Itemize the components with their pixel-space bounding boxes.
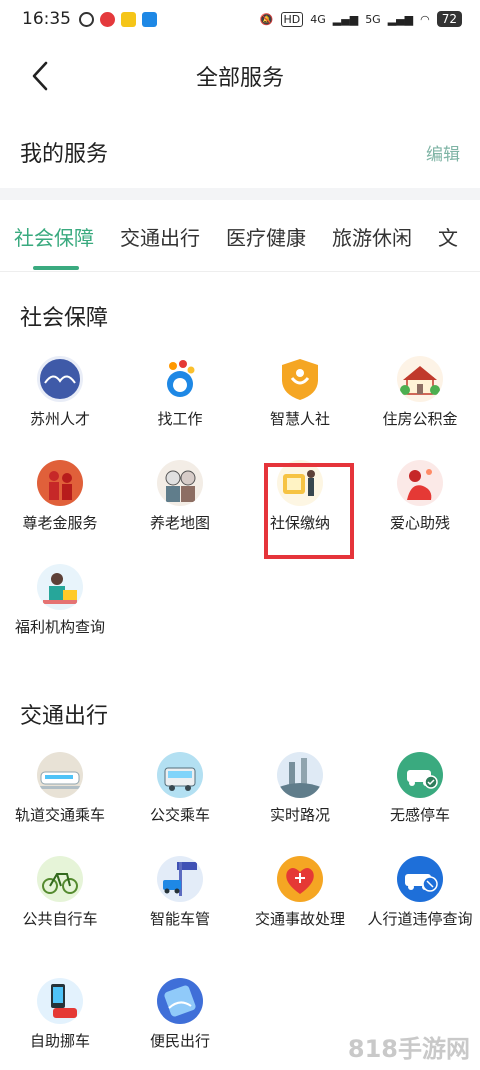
service-label: 实时路况 [269,806,330,824]
status-bar: 16:35 🔕 HD 4G ▂▄▆ 5G ▂▄▆ ◠ 72 [0,0,480,38]
mute-icon: 🔕 [259,12,274,26]
service-disability-help[interactable]: 爱心助残 [360,460,480,533]
service-label: 找工作 [157,410,203,428]
smart-hr-icon [277,356,323,402]
suzhou-talent-icon [37,356,83,402]
service-metro[interactable]: 轨道交通乘车 [0,752,120,825]
my-services-title: 我的服务 [20,142,109,167]
vehicle-admin-icon [157,856,203,902]
service-convenient-travel[interactable]: 便民出行 [120,978,240,1051]
service-label: 尊老金服务 [22,514,98,532]
welfare-institution-icon [37,564,83,610]
service-label: 住房公积金 [382,410,458,428]
tab-culture[interactable]: 文 [424,216,458,264]
service-label: 爱心助残 [389,514,450,532]
service-label: 公交乘车 [149,806,210,824]
service-parking[interactable]: 无感停车 [360,752,480,825]
service-smart-hr[interactable]: 智慧人社 [240,356,360,429]
elderly-allowance-icon [37,460,83,506]
service-label: 苏州人才 [29,410,90,428]
header: 全部服务 [0,48,480,104]
service-accident[interactable]: 交通事故处理 [240,856,360,929]
accident-icon [277,856,323,902]
metro-icon [37,752,83,798]
elderly-map-icon [157,460,203,506]
service-welfare-institution[interactable]: 福利机构查询 [0,564,120,637]
network-5g: 5G [365,12,381,26]
section-divider [0,188,480,200]
service-label: 养老地图 [149,514,210,532]
service-vehicle-admin[interactable]: 智能车管 [120,856,240,929]
service-sidewalk-parking[interactable]: 人行道违停查询 [360,856,480,929]
service-bus[interactable]: 公交乘车 [120,752,240,825]
my-services-bar: 我的服务 编辑 [0,128,480,176]
tab-health[interactable]: 医疗健康 [212,216,306,264]
service-label: 智慧人社 [269,410,330,428]
app-blue-icon [142,11,157,27]
network-hd: HD [280,11,304,27]
wifi-icon: ◠ [420,12,430,26]
chevron-left-icon [32,61,48,91]
watermark: 818手游网 [347,1035,470,1063]
signal-icon: ▂▄▆ [332,12,359,26]
sidewalk-parking-icon [397,856,443,902]
section-title-social-security: 社会保障 [20,306,109,331]
move-car-icon [37,978,83,1024]
service-find-job[interactable]: 找工作 [120,356,240,429]
traffic-icon [277,752,323,798]
service-label: 交通事故处理 [254,910,345,928]
service-label: 智能车管 [149,910,210,928]
highlight-box [264,463,354,559]
service-label: 公共自行车 [22,910,98,928]
tab-social-security[interactable]: 社会保障 [0,216,94,264]
disability-help-icon [397,460,443,506]
category-tabs: 社会保障 交通出行 医疗健康 旅游休闲 文 [0,216,480,272]
service-label: 便民出行 [149,1032,210,1050]
find-job-icon [157,356,203,402]
weibo-icon [100,11,115,27]
section-title-transport: 交通出行 [20,704,109,729]
service-label: 自助挪车 [29,1032,90,1050]
service-label: 人行道违停查询 [367,910,473,928]
parking-icon [397,752,443,798]
service-label: 无感停车 [389,806,450,824]
service-move-car[interactable]: 自助挪车 [0,978,120,1051]
meituan-icon [121,11,136,27]
battery-indicator: 72 [436,11,462,27]
service-label: 轨道交通乘车 [14,806,105,824]
service-bike[interactable]: 公共自行车 [0,856,120,929]
tab-transport[interactable]: 交通出行 [106,216,200,264]
bus-icon [157,752,203,798]
service-traffic[interactable]: 实时路况 [240,752,360,825]
service-elderly-map[interactable]: 养老地图 [120,460,240,533]
back-button[interactable] [24,60,56,92]
housing-fund-icon [397,356,443,402]
network-4g: 4G [310,12,326,26]
service-housing-fund[interactable]: 住房公积金 [360,356,480,429]
service-suzhou-talent[interactable]: 苏州人才 [0,356,120,429]
edit-button[interactable]: 编辑 [426,140,460,165]
active-tab-indicator [33,266,79,270]
service-label: 福利机构查询 [14,618,105,636]
app-k-icon [79,11,94,27]
status-right: 🔕 HD 4G ▂▄▆ 5G ▂▄▆ ◠ 72 [260,11,462,27]
status-time: 16:35 [22,9,71,29]
convenient-travel-icon [157,978,203,1024]
bike-icon [37,856,83,902]
tab-travel[interactable]: 旅游休闲 [318,216,412,264]
page-title: 全部服务 [195,66,284,91]
service-elderly-allowance[interactable]: 尊老金服务 [0,460,120,533]
signal-icon-2: ▂▄▆ [387,12,414,26]
